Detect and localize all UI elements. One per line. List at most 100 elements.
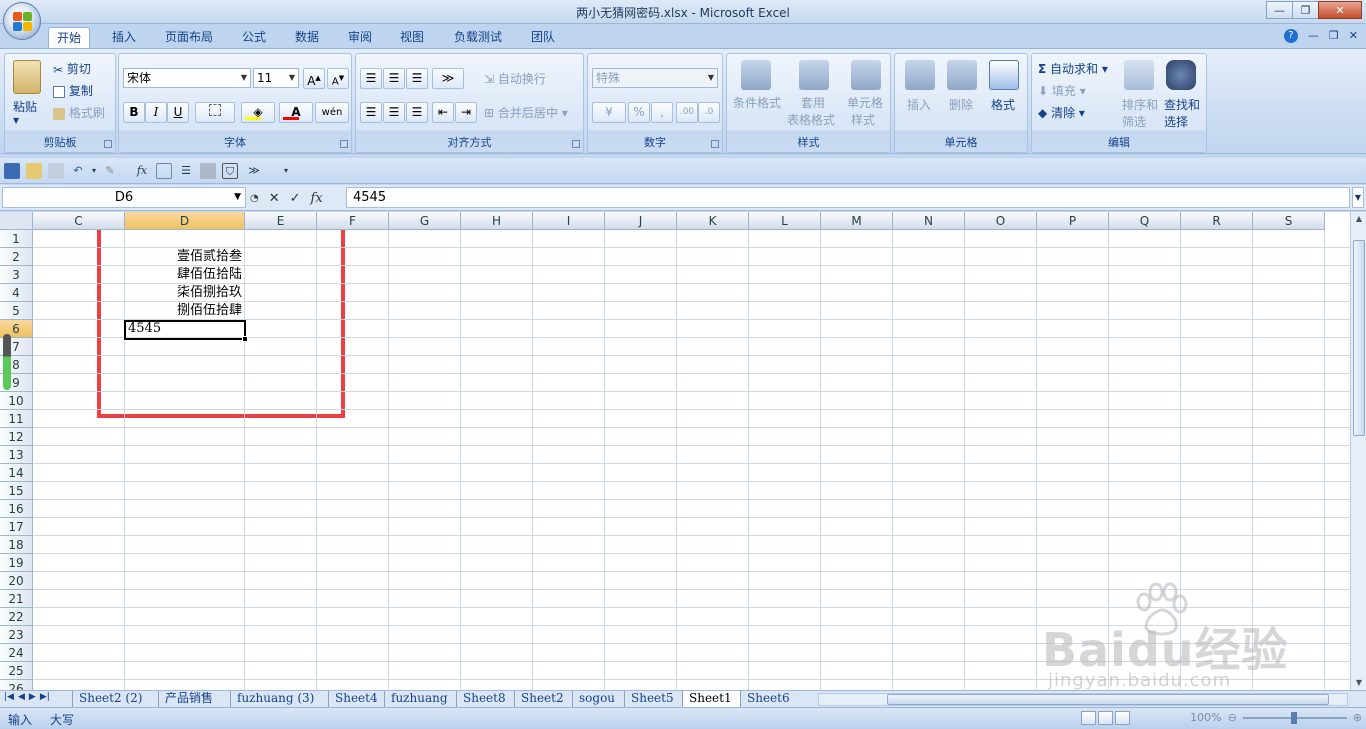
sheet-tab[interactable]: Sheet5	[624, 691, 682, 707]
cell-d4[interactable]: 柒佰捌拾玖	[125, 284, 242, 302]
column-header[interactable]: K	[677, 212, 749, 230]
tab-formulas[interactable]: 公式	[234, 27, 274, 48]
save-icon[interactable]	[4, 163, 20, 179]
align-center-button[interactable]: ☰	[383, 102, 405, 123]
row-header[interactable]: 10	[0, 392, 33, 410]
percent-button[interactable]: %	[628, 102, 650, 123]
name-box[interactable]: D6 ▼	[2, 187, 246, 208]
filter-icon[interactable]: ⛉	[222, 163, 238, 179]
align-bottom-button[interactable]: ☰	[406, 68, 428, 89]
font-color-button[interactable]: A	[279, 102, 313, 123]
row-header[interactable]: 16	[0, 500, 33, 518]
comma-button[interactable]: ,	[651, 102, 673, 123]
fill-handle[interactable]	[242, 336, 248, 342]
help-icon[interactable]: ?	[1283, 29, 1298, 43]
increase-indent-button[interactable]: ⇥	[455, 102, 477, 123]
zoom-slider-knob[interactable]	[1290, 711, 1297, 724]
scroll-down-icon[interactable]: ▼	[1352, 676, 1366, 690]
sheet-tab[interactable]: Sheet4	[328, 691, 384, 707]
copy-button[interactable]: 复制	[53, 82, 93, 99]
column-header[interactable]: H	[461, 212, 533, 230]
clear-button[interactable]: ◆ 清除 ▾	[1038, 104, 1085, 121]
select-all-corner[interactable]	[0, 212, 33, 230]
spreadsheet-grid[interactable]: C D E F G H I J K L M N O P Q R S 1 2 3 4 5 6 7 8 9 10 11 12 13 14 15 16…	[0, 212, 1350, 690]
orientation-button[interactable]: ≫	[432, 68, 464, 89]
column-header[interactable]: P	[1037, 212, 1109, 230]
bold-button[interactable]: B	[123, 102, 145, 123]
cell-d3[interactable]: 肆佰伍拾陆	[125, 266, 242, 284]
undo-dropdown-icon[interactable]: ▾	[86, 163, 102, 179]
scroll-up-icon[interactable]: ▲	[1352, 212, 1366, 226]
row-header[interactable]: 3	[0, 266, 33, 284]
column-header[interactable]: E	[245, 212, 317, 230]
row-header[interactable]: 26	[0, 680, 33, 690]
enter-icon[interactable]: ✓	[290, 191, 301, 206]
row-header[interactable]: 15	[0, 482, 33, 500]
cut-button[interactable]: ✂ 剪切	[53, 60, 91, 77]
row-header[interactable]: 23	[0, 626, 33, 644]
increase-decimal-button[interactable]: .00	[676, 102, 698, 123]
sheet-tab[interactable]: Sheet2 (2)	[72, 691, 158, 707]
next-sheet-icon[interactable]: ▶	[29, 692, 36, 702]
sheet-tab[interactable]: Sheet8	[456, 691, 514, 707]
column-header[interactable]: L	[749, 212, 821, 230]
column-header[interactable]: N	[893, 212, 965, 230]
row-header[interactable]: 14	[0, 464, 33, 482]
row-header[interactable]: 4	[0, 284, 33, 302]
phonetic-button[interactable]: wén	[315, 102, 349, 123]
paste-dropdown-icon[interactable]: ▼	[13, 116, 19, 125]
zoom-level[interactable]: 100%	[1190, 711, 1221, 724]
delete-cells-button[interactable]: 删除	[949, 96, 973, 113]
merge-center-button[interactable]: ⊞ 合并后居中 ▾	[484, 104, 568, 121]
column-header[interactable]: C	[33, 212, 125, 230]
font-launcher-icon[interactable]	[340, 140, 348, 148]
column-header[interactable]: S	[1253, 212, 1325, 230]
vertical-scroll-thumb[interactable]	[1353, 240, 1365, 436]
page-layout-view-icon[interactable]	[1098, 711, 1113, 725]
row-header[interactable]: 22	[0, 608, 33, 626]
expand-icon[interactable]: ◔	[250, 193, 259, 204]
tab-review[interactable]: 审阅	[340, 27, 380, 48]
row-header[interactable]: 17	[0, 518, 33, 536]
fill-color-button[interactable]: ◈	[241, 102, 275, 123]
number-launcher-icon[interactable]	[711, 140, 719, 148]
prev-sheet-icon[interactable]: ◀	[18, 692, 25, 702]
sheet-tab[interactable]: Sheet6	[740, 691, 796, 707]
row-header[interactable]: 25	[0, 662, 33, 680]
clipboard-launcher-icon[interactable]	[104, 140, 112, 148]
grow-font-button[interactable]: A▲	[303, 68, 325, 89]
row-header[interactable]: 20	[0, 572, 33, 590]
redo-icon[interactable]: ✎	[102, 163, 118, 179]
ribbon-minimize-icon[interactable]: —	[1308, 29, 1319, 43]
format-cells-button[interactable]: 格式	[991, 96, 1015, 113]
ribbon-restore-icon[interactable]: ❐	[1329, 29, 1339, 43]
row-header[interactable]: 19	[0, 554, 33, 572]
tab-page-layout[interactable]: 页面布局	[157, 27, 221, 48]
cell-d2[interactable]: 壹佰贰拾叁	[125, 248, 242, 266]
italic-button[interactable]: I	[145, 102, 167, 123]
row-header[interactable]: 11	[0, 410, 33, 428]
sheet-tab[interactable]: sogou	[572, 691, 624, 707]
insert-cells-button[interactable]: 插入	[907, 96, 931, 113]
tab-team[interactable]: 团队	[523, 27, 563, 48]
number-format-combo[interactable]: 特殊 ▼	[592, 68, 718, 88]
zoom-in-icon[interactable]: ⊕	[1353, 711, 1362, 724]
close-button[interactable]: ✕	[1318, 1, 1362, 19]
row-header[interactable]: 24	[0, 644, 33, 662]
minimize-button[interactable]: —	[1266, 1, 1293, 19]
underline-button[interactable]: U	[167, 102, 189, 123]
border-button[interactable]	[195, 102, 235, 123]
office-button[interactable]	[3, 2, 41, 40]
zoom-slider[interactable]	[1242, 711, 1347, 724]
column-header[interactable]: G	[389, 212, 461, 230]
wrap-text-button[interactable]: ⇲ 自动换行	[484, 70, 546, 87]
undo-icon[interactable]: ↶	[70, 163, 86, 179]
cell-styles-button[interactable]: 单元格	[847, 94, 883, 111]
row-header[interactable]: 5	[0, 302, 33, 320]
conditional-format-button[interactable]: 条件格式	[733, 94, 781, 111]
font-name-combo[interactable]: 宋体 ▼	[123, 68, 251, 88]
font-size-combo[interactable]: 11 ▼	[253, 68, 299, 88]
row-header[interactable]: 1	[0, 230, 33, 248]
sheet-tab[interactable]: fuzhuang (3)	[230, 691, 328, 707]
last-sheet-icon[interactable]: ▶|	[40, 692, 50, 702]
